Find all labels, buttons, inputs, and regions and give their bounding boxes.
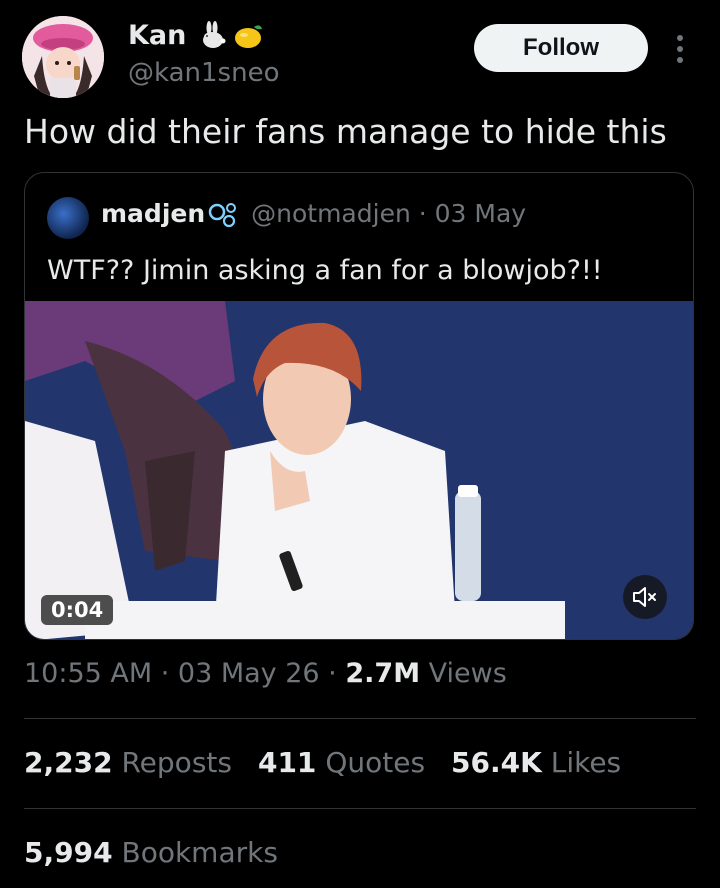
reposts-label: Reposts <box>121 746 232 779</box>
likes-stat[interactable]: 56.4K Likes <box>451 746 621 779</box>
reposts-count: 2,232 <box>24 746 113 779</box>
rabbit-emoji-icon <box>203 20 226 48</box>
quoted-text: WTF?? Jimin asking a fan for a blowjob?!… <box>47 255 603 286</box>
post-detail: Kan @kan1sneo Follow How did their fans … <box>0 0 720 888</box>
more-options-icon[interactable] <box>670 30 690 68</box>
likes-label: Likes <box>550 746 622 779</box>
post-meta: 10:55 AM · 03 May 26 · 2.7M Views <box>24 658 507 689</box>
bookmarks-stat[interactable]: 5,994 Bookmarks <box>24 836 278 869</box>
quoted-author-name[interactable]: madjen <box>101 199 205 228</box>
author-avatar[interactable] <box>22 16 104 98</box>
post-text: How did their fans manage to hide this <box>24 112 667 151</box>
avatar-image <box>22 16 104 98</box>
author-display-name[interactable]: Kan <box>128 20 186 51</box>
quoted-handle-date: @notmadjen · 03 May <box>251 199 527 228</box>
mute-button[interactable] <box>623 575 667 619</box>
video-frame <box>25 301 693 639</box>
quoted-header: madjen @notmadjen · 03 May <box>101 199 526 228</box>
quoted-author-avatar[interactable] <box>47 197 89 239</box>
muted-speaker-icon <box>633 587 656 607</box>
views-count: 2.7M <box>345 658 421 689</box>
engagement-stats: 2,232 Reposts 411 Quotes 56.4K Likes <box>24 746 621 779</box>
views-label: Views <box>420 658 507 689</box>
video-player[interactable]: 0:04 <box>25 301 693 639</box>
post-time-date: 10:55 AM · 03 May 26 · <box>24 658 346 689</box>
quotes-stat[interactable]: 411 Quotes <box>258 746 425 779</box>
follow-button[interactable]: Follow <box>474 24 648 72</box>
author-name-row[interactable]: Kan <box>128 20 264 51</box>
divider <box>24 718 696 719</box>
quotes-label: Quotes <box>325 746 426 779</box>
bubbles-emoji-icon <box>208 202 237 227</box>
author-handle[interactable]: @kan1sneo <box>128 58 279 88</box>
video-duration-badge: 0:04 <box>41 595 114 625</box>
likes-count: 56.4K <box>451 746 542 779</box>
bookmarks-label: Bookmarks <box>121 836 278 869</box>
divider <box>24 808 696 809</box>
bookmarks-count: 5,994 <box>24 836 113 869</box>
quoted-post[interactable]: madjen @notmadjen · 03 May WTF?? Jimin a… <box>24 172 694 640</box>
lemon-emoji-icon <box>235 24 263 48</box>
quotes-count: 411 <box>257 746 317 779</box>
reposts-stat[interactable]: 2,232 Reposts <box>24 746 232 779</box>
